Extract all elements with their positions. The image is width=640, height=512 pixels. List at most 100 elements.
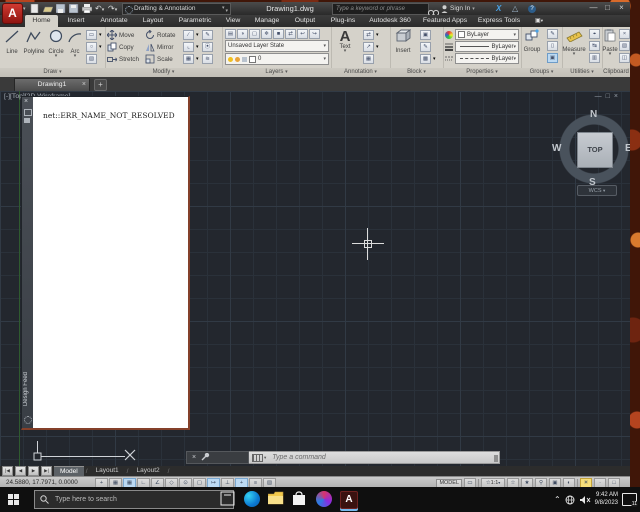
- id-point-tool[interactable]: ⌖: [589, 29, 600, 39]
- offset-tool[interactable]: ≋: [202, 54, 213, 64]
- close-button[interactable]: ×: [615, 2, 628, 14]
- action-center-icon[interactable]: 11: [622, 493, 638, 507]
- tab-featured-apps[interactable]: Featured Apps: [418, 15, 472, 27]
- rectangle-dropdown-arrow-icon[interactable]: ▾: [99, 32, 102, 38]
- viewcube[interactable]: TOP N S E W: [552, 109, 630, 188]
- panel-label-properties[interactable]: Properties ▾: [443, 68, 521, 77]
- measure-tool[interactable]: Measure ▾: [562, 29, 586, 57]
- first-layout-button[interactable]: |◀: [2, 466, 13, 476]
- task-view-button[interactable]: [220, 491, 236, 507]
- panel-label-groups[interactable]: Groups ▾: [521, 68, 562, 77]
- rotate-tool[interactable]: Rotate: [145, 30, 176, 40]
- taskbar-clock[interactable]: 9:42 AM 9/8/2023: [595, 492, 618, 507]
- create-block-tool[interactable]: ▣: [420, 30, 431, 40]
- paint-3d-icon[interactable]: [316, 491, 332, 507]
- array-dropdown-arrow-icon[interactable]: ▾: [196, 56, 199, 62]
- palette-autohide-icon[interactable]: [24, 109, 32, 116]
- microsoft-store-icon[interactable]: [292, 491, 308, 507]
- volume-muted-icon[interactable]: [579, 495, 591, 505]
- network-icon[interactable]: [565, 495, 575, 505]
- help-search-input[interactable]: Type a keyword or phrase: [332, 3, 429, 15]
- layer-walk-tool[interactable]: ↪: [309, 29, 320, 39]
- dimension-arrow-icon[interactable]: ▾: [376, 32, 379, 38]
- qat-customize-arrow-icon[interactable]: ▾: [222, 5, 225, 11]
- erase-tool[interactable]: ✎: [202, 30, 213, 40]
- layer-isolate-tool[interactable]: ▢: [249, 29, 260, 39]
- cut-tool[interactable]: ×: [619, 29, 630, 39]
- viewcube-north[interactable]: N: [590, 109, 597, 120]
- plot-button[interactable]: [82, 4, 92, 13]
- taskbar-search-input[interactable]: Type here to search: [34, 490, 234, 509]
- tab-manage[interactable]: Manage: [248, 15, 286, 27]
- start-button[interactable]: [8, 494, 19, 505]
- tab-layout1[interactable]: Layout1: [90, 466, 125, 476]
- recent-commands-arrow-icon[interactable]: ▾: [264, 455, 266, 461]
- command-input[interactable]: ▾ Type a command: [249, 451, 500, 464]
- command-customize-wrench-icon[interactable]: [201, 453, 210, 462]
- trim-dropdown-arrow-icon[interactable]: ▾: [196, 32, 199, 38]
- file-tab-close-icon[interactable]: ×: [82, 79, 86, 91]
- tab-autodesk-360[interactable]: Autodesk 360: [364, 15, 416, 27]
- tab-view[interactable]: View: [220, 15, 246, 27]
- layer-lock-tool[interactable]: ■: [273, 29, 284, 39]
- text-dropdown-arrow-icon[interactable]: ▾: [333, 49, 357, 54]
- save-as-button[interactable]: [69, 4, 79, 13]
- command-bar-grip[interactable]: [494, 455, 498, 462]
- workspace-switcher[interactable]: Drafting & Annotation ▾: [122, 3, 231, 15]
- tab-insert[interactable]: Insert: [60, 15, 92, 27]
- attributes-arrow-icon[interactable]: ▾: [433, 56, 436, 62]
- define-attributes-tool[interactable]: ▩: [420, 54, 431, 64]
- ellipse-dropdown-arrow-icon[interactable]: ▾: [99, 44, 102, 50]
- line-tool[interactable]: Line: [1, 29, 23, 55]
- panel-label-modify[interactable]: Modify ▾: [105, 68, 222, 77]
- measure-dropdown-arrow-icon[interactable]: ▾: [562, 52, 586, 57]
- autodesk-360-icon[interactable]: △: [512, 3, 518, 14]
- viewport-window-controls[interactable]: —□×: [595, 93, 622, 100]
- panel-label-block[interactable]: Block ▾: [390, 68, 443, 77]
- hidden-icons-chevron[interactable]: ⌃: [554, 495, 561, 504]
- hatch-tool[interactable]: ▧: [86, 54, 97, 64]
- match-properties-tool[interactable]: ◫: [619, 53, 630, 63]
- tab-plug-ins[interactable]: Plug-ins: [324, 15, 362, 27]
- layer-properties-tool[interactable]: ▤: [225, 29, 236, 39]
- stretch-tool[interactable]: Stretch: [107, 54, 139, 64]
- edit-block-tool[interactable]: ✎: [420, 42, 431, 52]
- palette-settings-icon[interactable]: [24, 416, 32, 424]
- ellipse-tool[interactable]: ○: [86, 42, 97, 52]
- explode-tool[interactable]: ⦿: [202, 42, 213, 52]
- table-tool[interactable]: ▦: [363, 54, 374, 64]
- tab-express-tools[interactable]: Express Tools: [474, 15, 524, 27]
- design-feed-content[interactable]: net::ERR_NAME_NOT_RESOLVED: [33, 97, 188, 428]
- mirror-tool[interactable]: Mirror: [145, 42, 173, 52]
- quick-calc-tool[interactable]: ▥: [589, 53, 600, 63]
- save-button[interactable]: [56, 4, 66, 13]
- exchange-apps-icon[interactable]: X: [496, 3, 501, 14]
- color-wheel-icon[interactable]: [445, 30, 453, 39]
- file-explorer-icon[interactable]: [267, 491, 284, 507]
- tab-output[interactable]: Output: [288, 15, 322, 27]
- move-tool[interactable]: Move: [107, 30, 134, 40]
- tab-home[interactable]: Home: [25, 15, 58, 27]
- sign-in-button[interactable]: Sign In ▾: [441, 3, 475, 14]
- object-color-dropdown[interactable]: ByLayer ▾: [455, 29, 519, 40]
- leader-arrow-icon[interactable]: ▾: [376, 44, 379, 50]
- panel-label-draw[interactable]: Draw ▾: [0, 68, 105, 77]
- palette-close-icon[interactable]: ×: [24, 98, 28, 105]
- layer-off-tool[interactable]: ◑: [237, 29, 248, 39]
- layer-state-dropdown[interactable]: Unsaved Layer State ▾: [225, 40, 329, 52]
- recent-commands-icon[interactable]: [252, 453, 263, 462]
- group-tool[interactable]: Group: [521, 29, 543, 53]
- layer-match-tool[interactable]: ⇄: [285, 29, 296, 39]
- insert-block-tool[interactable]: Insert: [391, 29, 415, 54]
- polyline-tool[interactable]: Polyline: [23, 29, 45, 55]
- palette-properties-icon[interactable]: [24, 118, 30, 123]
- ungroup-tool[interactable]: ✎: [547, 29, 558, 39]
- paste-tool[interactable]: Paste ▾: [602, 29, 618, 57]
- tab-layout[interactable]: Layout: [136, 15, 170, 27]
- arc-dropdown-arrow-icon[interactable]: ▾: [64, 54, 86, 59]
- linetype-dropdown[interactable]: ByLayer ▾: [455, 53, 519, 64]
- paste-dropdown-arrow-icon[interactable]: ▾: [602, 52, 618, 57]
- panel-label-layers[interactable]: Layers ▾: [222, 68, 331, 77]
- scale-tool[interactable]: Scale: [145, 54, 173, 64]
- prev-layout-button[interactable]: ◀: [15, 466, 26, 476]
